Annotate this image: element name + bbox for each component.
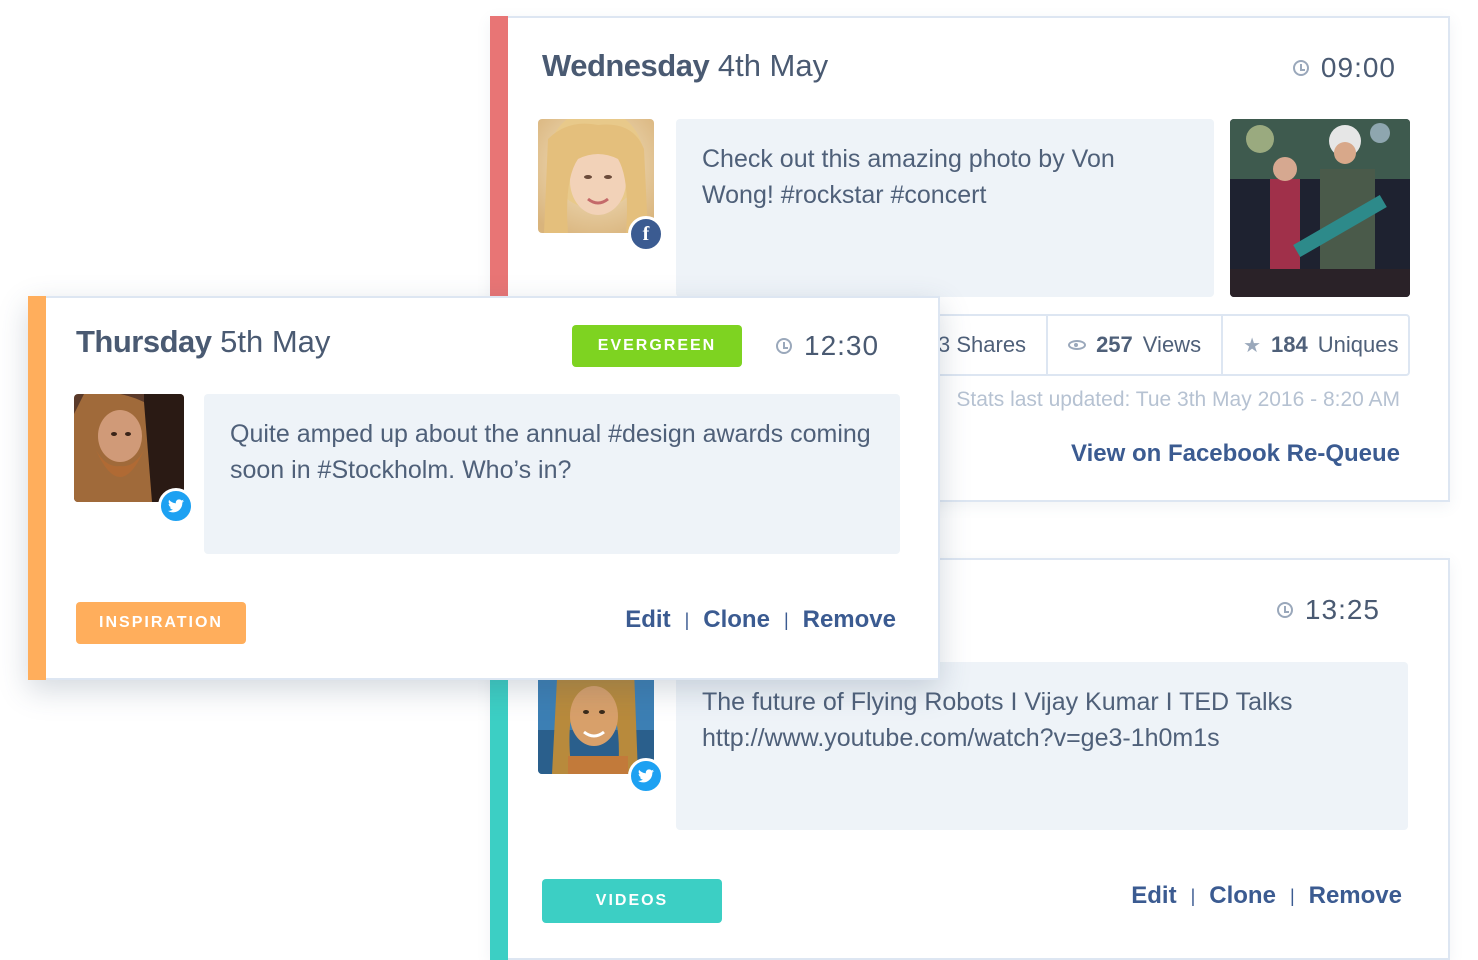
card-accent-bar bbox=[28, 296, 46, 680]
action-separator: | bbox=[684, 609, 690, 630]
remove-button[interactable]: Remove bbox=[1309, 882, 1402, 910]
clock-icon bbox=[1276, 602, 1293, 618]
view-on-facebook-link[interactable]: View on Facebook Re-Queue bbox=[1071, 440, 1400, 468]
remove-button[interactable]: Remove bbox=[803, 606, 896, 634]
shares-label: 3 Shares bbox=[938, 332, 1027, 357]
views-count: 257 bbox=[1096, 332, 1133, 357]
post-actions: Edit | Clone | Remove bbox=[1131, 882, 1402, 910]
post-day: Wednesday bbox=[542, 48, 710, 83]
uniques-stat[interactable]: ★ 184 Uniques bbox=[1221, 316, 1418, 374]
post-time-text: 09:00 bbox=[1320, 52, 1396, 83]
post-time-text: 12:30 bbox=[804, 330, 880, 361]
post-time-text: 13:25 bbox=[1304, 594, 1380, 625]
post-time: 12:30 bbox=[776, 330, 879, 362]
twitter-icon bbox=[158, 488, 194, 524]
eye-icon bbox=[1068, 340, 1087, 350]
action-separator: | bbox=[783, 609, 789, 630]
evergreen-badge[interactable]: EVERGREEN bbox=[572, 325, 742, 367]
edit-button[interactable]: Edit bbox=[1131, 882, 1176, 910]
post-card-thursday: Thursday 5th May EVERGREEN 12:30 Quite a… bbox=[28, 296, 940, 680]
avatar[interactable] bbox=[538, 119, 654, 233]
edit-button[interactable]: Edit bbox=[625, 606, 670, 634]
views-stat[interactable]: 257 Views bbox=[1046, 316, 1221, 374]
clock-icon bbox=[1292, 60, 1309, 76]
facebook-icon: f bbox=[628, 216, 664, 252]
action-separator: | bbox=[1190, 885, 1196, 906]
stats-updated-text: Stats last updated: Tue 3th May 2016 - 8… bbox=[956, 388, 1400, 411]
post-media-image[interactable] bbox=[1230, 119, 1410, 297]
category-tag-inspiration[interactable]: INSPIRATION bbox=[76, 602, 246, 644]
post-message[interactable]: Check out this amazing photo by Von Wong… bbox=[676, 119, 1214, 297]
post-message[interactable]: The future of Flying Robots I Vijay Kuma… bbox=[676, 662, 1408, 830]
post-time: 13:25 bbox=[1276, 594, 1380, 626]
clock-icon bbox=[776, 338, 792, 354]
post-date-text: 4th May bbox=[717, 48, 829, 83]
clone-button[interactable]: Clone bbox=[1209, 882, 1276, 910]
post-message[interactable]: Quite amped up about the annual #design … bbox=[204, 394, 900, 554]
action-separator: | bbox=[1289, 885, 1295, 906]
post-date-text: 5th May bbox=[220, 324, 331, 359]
category-tag-videos[interactable]: VIDEOS bbox=[542, 879, 722, 923]
avatar[interactable] bbox=[74, 394, 184, 502]
post-date: Thursday 5th May bbox=[76, 324, 330, 360]
star-icon: ★ bbox=[1243, 334, 1262, 357]
post-stats: 3 Shares 257 Views ★ 184 Uniques bbox=[910, 314, 1410, 376]
post-day: Thursday bbox=[76, 324, 212, 359]
post-date: Wednesday 4th May bbox=[542, 48, 828, 84]
uniques-label: Uniques bbox=[1317, 332, 1399, 357]
post-actions: Edit | Clone | Remove bbox=[625, 606, 896, 634]
clone-button[interactable]: Clone bbox=[703, 606, 770, 634]
views-label: Views bbox=[1142, 332, 1202, 357]
twitter-icon bbox=[628, 758, 664, 794]
post-time: 09:00 bbox=[1292, 52, 1396, 84]
uniques-count: 184 bbox=[1271, 332, 1308, 357]
